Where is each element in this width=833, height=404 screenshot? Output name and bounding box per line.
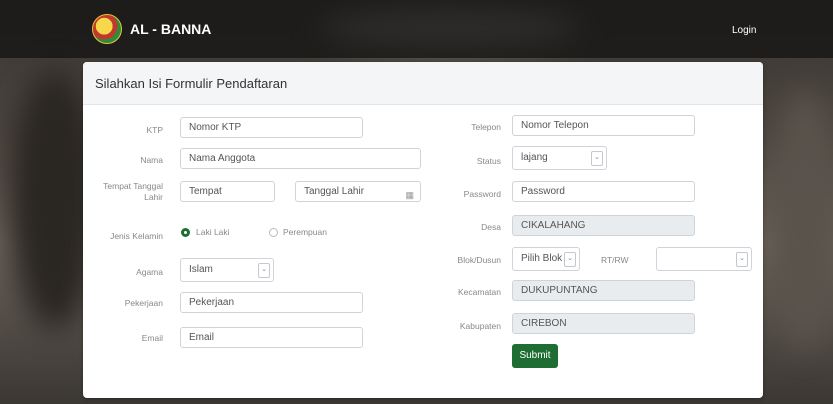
password-label: Password (463, 189, 501, 199)
submit-button[interactable]: Submit (512, 344, 558, 368)
background-shape (770, 90, 833, 350)
navbar: AL - BANNA Login (0, 0, 833, 58)
blok-label: Blok/Dusun (457, 255, 501, 265)
chevron-down-icon: ⌄ (258, 263, 270, 278)
rtrw-label: RT/RW (601, 255, 629, 265)
login-link[interactable]: Login (732, 25, 756, 36)
tanggal-lahir-input[interactable]: Tanggal Lahir ▦ (295, 181, 421, 202)
blok-value: Pilih Blok (521, 253, 563, 264)
form-title: Silahkan Isi Formulir Pendaftaran (95, 76, 288, 91)
gender-male-label[interactable]: Laki Laki (196, 227, 230, 237)
ttl-label-line2: Lahir (144, 192, 163, 202)
status-label: Status (476, 156, 501, 166)
tempat-input[interactable]: Tempat (180, 181, 275, 202)
nama-input[interactable]: Nama Anggota (180, 148, 421, 169)
kecamatan-label: Kecamatan (458, 287, 501, 297)
chevron-down-icon: ⌄ (564, 252, 576, 267)
gender-radio-male[interactable] (181, 228, 190, 237)
telepon-input[interactable]: Nomor Telepon (512, 115, 695, 136)
agama-label: Agama (136, 267, 163, 277)
telepon-label: Telepon (471, 122, 501, 132)
desa-field: CIKALAHANG (512, 215, 695, 236)
status-select[interactable]: lajang ⌄ (512, 146, 607, 170)
kabupaten-label: Kabupaten (459, 321, 501, 331)
status-value: lajang (521, 152, 548, 163)
email-label: Email (141, 333, 163, 343)
ktp-input[interactable]: Nomor KTP (180, 117, 363, 138)
registration-card: Silahkan Isi Formulir Pendaftaran KTP No… (83, 62, 763, 398)
tanggal-lahir-placeholder: Tanggal Lahir (304, 186, 365, 197)
nama-label: Nama (140, 155, 163, 165)
agama-value: Islam (189, 264, 213, 275)
ttl-label-line1: Tempat Tanggal (103, 181, 163, 191)
kecamatan-field: DUKUPUNTANG (512, 280, 695, 301)
pekerjaan-label: Pekerjaan (124, 298, 163, 308)
gender-radio-female[interactable] (269, 228, 278, 237)
calendar-icon[interactable]: ▦ (405, 186, 414, 205)
ktp-label: KTP (146, 125, 163, 135)
pekerjaan-input[interactable]: Pekerjaan (180, 292, 363, 313)
chevron-down-icon: ⌄ (736, 252, 748, 267)
chevron-down-icon: ⌄ (591, 151, 603, 166)
card-header: Silahkan Isi Formulir Pendaftaran (83, 62, 763, 105)
kabupaten-field: CIREBON (512, 313, 695, 334)
password-input[interactable]: Password (512, 181, 695, 202)
email-input[interactable]: Email (180, 327, 363, 348)
agama-select[interactable]: Islam ⌄ (180, 258, 274, 282)
logo-icon[interactable] (92, 14, 122, 44)
gender-female-label[interactable]: Perempuan (283, 227, 327, 237)
desa-label: Desa (481, 222, 501, 232)
rtrw-select[interactable]: ⌄ (656, 247, 752, 271)
jenis-kelamin-label: Jenis Kelamin (110, 231, 163, 241)
brand-name[interactable]: AL - BANNA (130, 21, 211, 37)
blok-select[interactable]: Pilih Blok ⌄ (512, 247, 580, 271)
